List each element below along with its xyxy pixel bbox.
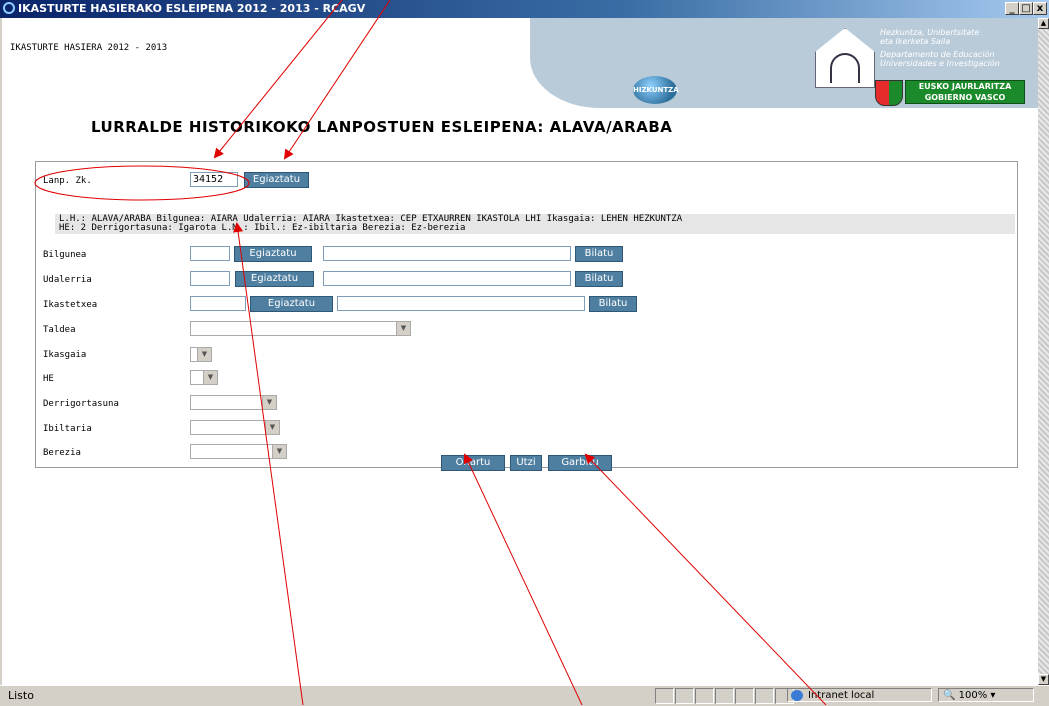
ikasgaia-select[interactable]: ▼ (190, 347, 212, 362)
ikastetxea-name-input[interactable] (337, 296, 585, 311)
status-text: Listo (8, 689, 34, 702)
bilgunea-name-input[interactable] (323, 246, 571, 261)
lanp-zk-input[interactable]: 34152 (190, 172, 238, 187)
bilgunea-label: Bilgunea (43, 250, 87, 260)
assignment-form: Lanp. Zk. 34152 Egiaztatu L.H.: ALAVA/AR… (35, 161, 1018, 471)
udalerria-code-input[interactable] (190, 271, 230, 286)
ikastetxea-label: Ikastetxea (43, 300, 98, 310)
status-bar: Listo Intranet local 🔍 100% ▾ (0, 685, 1049, 706)
hizkuntza-logo[interactable]: HIZKUNTZA (633, 76, 679, 104)
chevron-down-icon: ▼ (203, 371, 217, 384)
onartu-button[interactable]: Onartu (441, 455, 505, 471)
vertical-scrollbar[interactable]: ▲ ▼ (1038, 18, 1049, 685)
udalerria-bilatu-button[interactable]: Bilatu (575, 271, 623, 287)
coat-of-arms-icon (875, 80, 903, 106)
udalerria-name-input[interactable] (323, 271, 571, 286)
berezia-label: Berezia (43, 448, 81, 458)
garbitu-button[interactable]: Garbitu (548, 455, 612, 471)
security-zone: Intranet local (787, 688, 932, 702)
berezia-select[interactable]: ▼ (190, 444, 287, 459)
maximize-button[interactable]: □ (1019, 2, 1033, 15)
page-header-text: IKASTURTE HASIERA 2012 - 2013 (10, 43, 168, 53)
department-banner: HIZKUNTZA Hezkuntza, Unibertsitate eta I… (530, 18, 1038, 128)
window-title: IKASTURTE HASIERAKO ESLEIPENA 2012 - 201… (18, 2, 366, 15)
window-controls: _ □ x (1005, 2, 1047, 15)
gobierno-vasco-logo: EUSKO JAURLARITZA GOBIERNO VASCO (875, 78, 1025, 106)
ikastetxea-bilatu-button[interactable]: Bilatu (589, 296, 637, 312)
ibiltaria-label: Ibiltaria (43, 424, 92, 434)
utzi-button[interactable]: Utzi (510, 455, 542, 471)
bilgunea-bilatu-button[interactable]: Bilatu (575, 246, 623, 262)
bilgunea-code-input[interactable] (190, 246, 230, 261)
ibiltaria-select[interactable]: ▼ (190, 420, 280, 435)
window-titlebar: IKASTURTE HASIERAKO ESLEIPENA 2012 - 201… (0, 0, 1049, 18)
chevron-down-icon: ▼ (396, 322, 410, 335)
scroll-down-arrow-icon[interactable]: ▼ (1038, 674, 1049, 685)
taldea-select[interactable]: ▼ (190, 321, 411, 336)
intranet-globe-icon (791, 690, 803, 701)
status-panes (655, 688, 795, 704)
ikastetxea-code-input[interactable] (190, 296, 246, 311)
udalerria-label: Udalerria (43, 275, 92, 285)
page-viewport: IKASTURTE HASIERA 2012 - 2013 HIZKUNTZA … (2, 18, 1038, 685)
chevron-down-icon: ▼ (262, 396, 276, 409)
derrigortasuna-label: Derrigortasuna (43, 399, 119, 409)
udalerria-egiaztatu-button[interactable]: Egiaztatu (235, 271, 314, 287)
chevron-down-icon: ▼ (272, 445, 286, 458)
bilgunea-egiaztatu-button[interactable]: Egiaztatu (234, 246, 312, 262)
position-info: L.H.: ALAVA/ARABA Bilgunea: AIARA Udaler… (55, 214, 1015, 234)
lanp-egiaztatu-button[interactable]: Egiaztatu (244, 172, 309, 188)
taldea-label: Taldea (43, 325, 76, 335)
close-button[interactable]: x (1033, 2, 1047, 15)
zoom-level[interactable]: 🔍 100% ▾ (938, 688, 1034, 702)
lanp-zk-label: Lanp. Zk. (43, 176, 92, 186)
ie-icon (3, 2, 15, 14)
page-title: LURRALDE HISTORIKOKO LANPOSTUEN ESLEIPEN… (91, 118, 673, 136)
scroll-up-arrow-icon[interactable]: ▲ (1038, 18, 1049, 29)
department-name: Hezkuntza, Unibertsitate eta Ikerketa Sa… (880, 28, 1000, 68)
ikastetxea-egiaztatu-button[interactable]: Egiaztatu (250, 296, 333, 312)
derrigortasuna-select[interactable]: ▼ (190, 395, 277, 410)
chevron-down-icon: ▼ (197, 348, 211, 361)
minimize-button[interactable]: _ (1005, 2, 1019, 15)
he-label: HE (43, 374, 54, 384)
chevron-down-icon: ▼ (265, 421, 279, 434)
he-select[interactable]: ▼ (190, 370, 218, 385)
ikasgaia-label: Ikasgaia (43, 350, 87, 360)
